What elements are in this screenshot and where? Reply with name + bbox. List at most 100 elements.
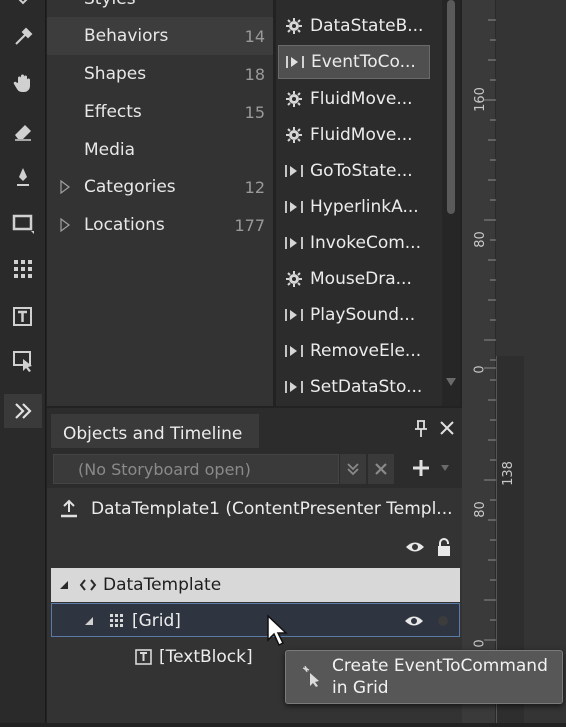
eraser-icon — [15, 125, 31, 141]
category-item-effects[interactable]: Effects 15 — [47, 93, 273, 131]
category-item-styles[interactable]: Styles — [47, 0, 273, 18]
category-count: 14 — [244, 26, 265, 46]
cursor-box-icon — [13, 351, 32, 372]
asset-label: DataStateB... — [310, 16, 424, 36]
trigger-action-icon — [285, 165, 303, 177]
pan-tool-button[interactable] — [4, 66, 42, 100]
trigger-action-icon — [285, 237, 303, 249]
eyedropper-icon — [15, 27, 33, 45]
textblock-icon — [135, 649, 152, 665]
control-tool-button[interactable] — [4, 344, 42, 378]
tree-item-grid[interactable]: [Grid] — [51, 603, 460, 637]
scope-row[interactable]: DataTemplate1 (ContentPresenter Templ... — [47, 492, 462, 526]
text-icon — [13, 307, 32, 326]
asset-label: FluidMove... — [310, 89, 413, 109]
asset-item[interactable]: GoToState... — [278, 154, 430, 188]
asset-label: RemoveEle... — [310, 341, 422, 361]
storyboard-toolbar: (No Storyboard open) — [47, 448, 462, 488]
trigger-action-icon — [285, 201, 303, 213]
eraser-tool-button[interactable] — [4, 114, 42, 148]
mouse-pointer-icon — [267, 614, 288, 647]
assets-tool-button[interactable] — [4, 394, 42, 428]
collapse-arrow-icon[interactable] — [84, 616, 94, 626]
tree-item-datatemplate[interactable]: DataTemplate — [51, 568, 460, 602]
storyboard-placeholder: (No Storyboard open) — [78, 460, 251, 479]
eye-icon[interactable] — [404, 614, 424, 628]
ruler-dimension-label: 138 — [500, 461, 516, 486]
lock-icon[interactable] — [436, 537, 452, 557]
asset-item[interactable]: MouseDra... — [278, 262, 430, 296]
category-count: 15 — [244, 102, 265, 122]
category-label: Shapes — [84, 64, 147, 84]
storyboard-options-button[interactable] — [340, 454, 366, 484]
asset-item[interactable]: DataStateB... — [278, 9, 430, 43]
panel-tab[interactable]: Objects and Timeline — [51, 414, 259, 448]
plus-icon[interactable] — [411, 458, 431, 478]
asset-label: EventToCo... — [311, 52, 416, 72]
asset-item-selected[interactable]: EventToCo... — [278, 45, 430, 79]
panel-header: Objects and Timeline — [47, 408, 462, 448]
category-label: Effects — [84, 102, 142, 122]
scrollbar-thumb[interactable] — [447, 0, 455, 214]
asset-item[interactable]: InvokeCom... — [278, 226, 430, 260]
scroll-down-arrow-icon[interactable] — [445, 376, 457, 388]
asset-item[interactable]: HyperlinkA... — [278, 190, 430, 224]
asset-item[interactable]: FluidMove... — [278, 118, 430, 152]
scope-up-icon[interactable] — [59, 499, 79, 519]
gear-icon — [286, 91, 302, 107]
category-item-behaviors[interactable]: Behaviors 14 — [47, 17, 273, 55]
ruler-label: 0 — [472, 639, 488, 648]
lock-toggle-dot[interactable] — [438, 616, 448, 626]
asset-label: PlaySound... — [310, 305, 416, 325]
pen-tool-button[interactable] — [4, 160, 42, 194]
category-item-media[interactable]: Media — [47, 131, 273, 169]
chevron-icon — [18, 0, 28, 5]
trigger-action-icon — [285, 381, 303, 393]
asset-list-scrollbar[interactable] — [442, 0, 460, 406]
panel-title: Objects and Timeline — [63, 424, 243, 444]
grid-tool-button[interactable] — [4, 252, 42, 286]
asset-item[interactable]: SetDataSto... — [278, 370, 430, 404]
expand-arrow-icon[interactable] — [59, 218, 71, 232]
behaviors-asset-list: DataStateB... EventToCo... FluidMove... … — [276, 0, 442, 406]
ruler-label: 0 — [472, 365, 488, 374]
asset-label: FluidMove... — [310, 125, 413, 145]
close-storyboard-button[interactable] — [368, 454, 394, 484]
tools-toolbar — [0, 0, 46, 723]
rectangle-tool-button[interactable] — [4, 206, 42, 240]
ruler-label: 80 — [472, 231, 488, 248]
category-label: Behaviors — [84, 26, 169, 46]
close-icon[interactable] — [439, 420, 455, 436]
expand-arrow-icon[interactable] — [59, 180, 71, 194]
code-brackets-icon — [79, 579, 97, 591]
category-label: Styles — [84, 0, 136, 9]
gear-icon — [286, 127, 302, 143]
selection-tool-button[interactable] — [4, 0, 42, 22]
trigger-action-icon — [286, 56, 304, 68]
eye-icon[interactable] — [405, 540, 425, 554]
category-label: Locations — [84, 215, 165, 235]
text-tool-button[interactable] — [4, 300, 42, 334]
category-count: 18 — [244, 64, 265, 84]
trigger-action-icon — [285, 345, 303, 357]
category-item-locations[interactable]: Locations 177 — [47, 206, 273, 244]
category-label: Categories — [84, 177, 176, 197]
asset-label: InvokeCom... — [310, 233, 421, 253]
storyboard-picker[interactable]: (No Storyboard open) — [53, 454, 339, 484]
pin-icon[interactable] — [413, 420, 429, 438]
category-count: 12 — [244, 177, 265, 197]
asset-categories-list: Styles Behaviors 14 Shapes 18 Effects 15… — [47, 0, 273, 406]
category-item-shapes[interactable]: Shapes 18 — [47, 55, 273, 93]
dropdown-arrow-icon[interactable] — [440, 464, 450, 472]
tree-item-label: [TextBlock] — [159, 647, 253, 667]
category-item-categories[interactable]: Categories 12 — [47, 168, 273, 206]
double-chevron-down-icon — [347, 463, 359, 476]
category-label: Media — [84, 140, 136, 160]
collapse-arrow-icon[interactable] — [59, 580, 69, 590]
asset-item[interactable]: FluidMove... — [278, 82, 430, 116]
tooltip-text-line-1: Create EventToCommand — [332, 656, 548, 676]
asset-item[interactable]: PlaySound... — [278, 298, 430, 332]
ruler-label: 160 — [472, 87, 488, 112]
asset-item[interactable]: RemoveEle... — [278, 334, 430, 368]
eyedropper-tool-button[interactable] — [4, 20, 42, 54]
